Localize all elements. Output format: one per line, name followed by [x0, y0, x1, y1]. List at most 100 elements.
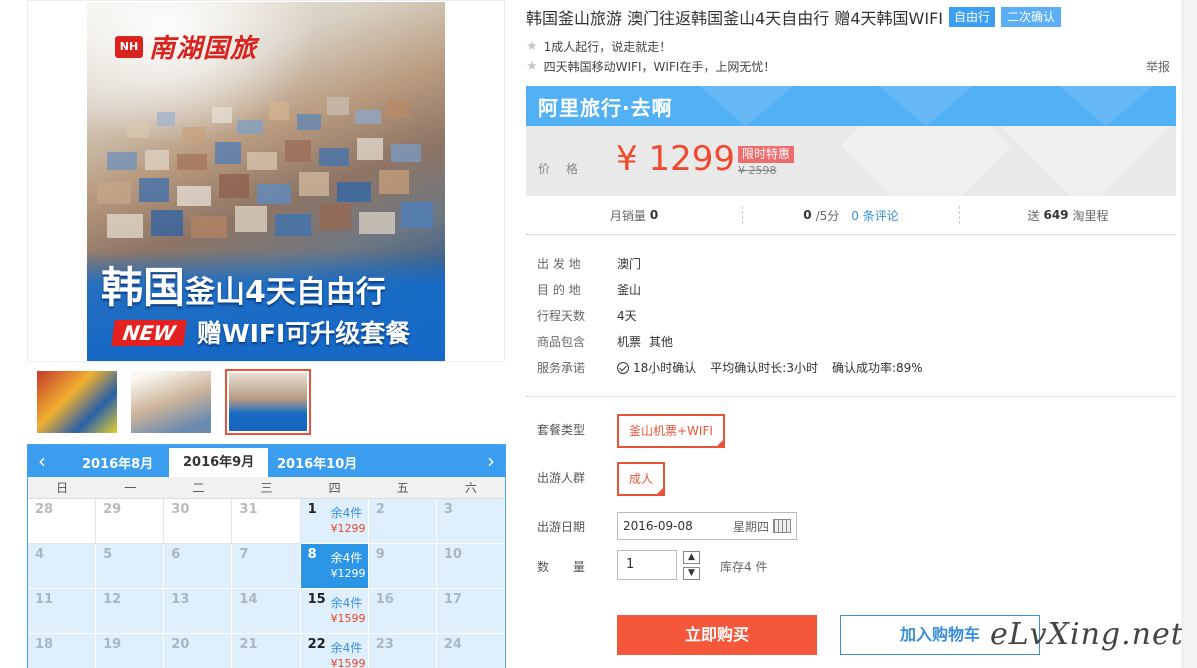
travel-date-picker[interactable]: 2016-09-08 星期四: [617, 512, 797, 540]
points-value: 649: [1043, 208, 1069, 222]
feature-line-1: ★ 1成人起行，说走就走！: [526, 38, 671, 55]
points-suffix: 淘里程: [1072, 208, 1109, 223]
day-price: ¥1299: [330, 567, 366, 580]
day-number: 8: [307, 547, 317, 562]
calendar-day: 17: [436, 589, 505, 634]
day-number: 31: [239, 502, 258, 517]
calendar-icon[interactable]: [773, 519, 791, 533]
calendar-weekdays: 日 一 二 三 四 五 六: [28, 477, 505, 499]
service-item: 平均确认时长:3小时: [710, 361, 818, 375]
weekday-label: 六: [464, 481, 477, 495]
limited-offer-badge: 限时特惠: [738, 146, 795, 163]
calendar-day[interactable]: 15 余4件 ¥1599: [300, 589, 369, 634]
calendar-day: 30: [164, 499, 233, 544]
detail-value: 4天: [617, 309, 637, 323]
month-tab-current[interactable]: 2016年9月: [169, 448, 269, 477]
day-number: 18: [35, 637, 54, 652]
buy-now-button[interactable]: 立即购买: [617, 615, 817, 655]
traveler-option-text: 成人: [629, 472, 654, 486]
main-product-image: NH 南湖国旅 韩国釜山4天自由行 NEW 赠WIFI可升级套餐: [27, 0, 505, 362]
day-number: 29: [103, 502, 122, 517]
weekday-label: 三: [260, 481, 273, 495]
poster-subline: 赠WIFI可升级套餐: [197, 319, 411, 348]
detail-service: 服务承诺 18小时确认 平均确认时长:3小时 确认成功率:89%: [537, 359, 923, 376]
monthly-sales-value: 0: [649, 208, 659, 222]
star-icon: ★: [526, 39, 538, 54]
rating: 0 /5分 0 条评论: [743, 206, 960, 224]
calendar-day: 13: [164, 589, 233, 634]
package-option-selected[interactable]: 釜山机票+WIFI ✓: [617, 414, 725, 448]
day-number: 22: [307, 637, 326, 652]
day-number: 28: [35, 502, 54, 517]
calendar-day: 20: [164, 634, 233, 668]
calendar-day: 14: [232, 589, 301, 634]
calendar-day: 31: [232, 499, 301, 544]
report-link[interactable]: 举报: [1146, 58, 1170, 75]
feature-text: 1成人起行，说走就走！: [543, 40, 672, 54]
calendar-day: 19: [96, 634, 165, 668]
site-watermark: eLvXing.net: [990, 617, 1184, 652]
calendar-day[interactable]: 22 余4件 ¥1599: [300, 634, 369, 668]
quantity-label: 数 量: [537, 560, 586, 574]
brand-name: 南湖国旅: [149, 34, 258, 64]
day-stock: 余4件: [330, 551, 363, 565]
calendar-day[interactable]: 1 余4件 ¥1299: [300, 499, 369, 544]
day-number: 19: [103, 637, 122, 652]
include-item: 机票: [617, 335, 642, 349]
detail-value: 澳门: [617, 257, 642, 271]
calendar-day-selected[interactable]: 8 余4件 ¥1299: [300, 544, 369, 589]
traveler-type-label: 出游人群: [537, 471, 586, 485]
day-price: ¥1299: [330, 522, 366, 535]
month-tab-prev[interactable]: 2016年8月: [82, 453, 153, 472]
month-tab-next[interactable]: 2016年10月: [277, 453, 357, 472]
poster-headline: 韩国釜山4天自由行: [101, 254, 386, 315]
detail-includes: 商品包含 机票 其他: [537, 333, 673, 350]
calendar-day: 3: [436, 499, 505, 544]
quantity-decrease-chevron-down-icon[interactable]: ▼: [683, 567, 700, 580]
day-number: 13: [171, 592, 190, 607]
day-number: 5: [103, 547, 113, 562]
reviews-link[interactable]: 0 条评论: [851, 207, 898, 224]
prev-month-chevron-icon[interactable]: ‹: [38, 449, 46, 473]
day-number: 3: [443, 502, 453, 517]
quantity-increase-chevron-up-icon[interactable]: ▲: [683, 551, 700, 564]
thumbnail-3-active[interactable]: [225, 369, 311, 435]
weekday-label: 四: [328, 481, 341, 495]
feature-text: 四天韩国移动WIFI，WIFI在手，上网无忧！: [543, 60, 776, 74]
original-price: ¥ 2598: [738, 164, 777, 177]
calendar-day: 21: [232, 634, 301, 668]
points: 送 649 淘里程: [960, 206, 1176, 224]
detail-destination: 目 的 地 釜山: [537, 281, 641, 298]
include-item: 其他: [649, 335, 674, 349]
calendar-day: 28: [28, 499, 97, 544]
day-number: 17: [443, 592, 462, 607]
day-number: 30: [171, 502, 190, 517]
price-banner: 阿里旅行·去啊: [526, 86, 1176, 126]
stock-remaining: 库存4 件: [720, 560, 768, 574]
traveler-option-selected[interactable]: 成人 ✓: [617, 462, 666, 496]
calendar-day: 10: [436, 544, 505, 589]
product-title: 韩国釜山旅游 澳门往返韩国釜山4天自由行 赠4天韩国WIFI: [526, 9, 943, 28]
detail-label: 行程天数: [537, 309, 586, 323]
new-badge: NEW: [111, 320, 188, 346]
check-circle-icon: [617, 361, 629, 374]
quantity-input[interactable]: 1: [617, 550, 677, 580]
product-title-row: 韩国釜山旅游 澳门往返韩国釜山4天自由行 赠4天韩国WIFI 自由行 二次确认: [526, 5, 1062, 29]
day-number: 15: [307, 592, 326, 607]
day-number: 21: [239, 637, 258, 652]
price-panel: 阿里旅行·去啊 价格 ¥ 1299 限时特惠 ¥ 2598: [526, 86, 1176, 196]
next-month-chevron-icon[interactable]: ›: [487, 449, 495, 473]
page-scrollbar[interactable]: [1182, 0, 1197, 668]
calendar-day: 7: [232, 544, 301, 589]
thumbnail-2[interactable]: [131, 371, 211, 433]
day-number: 14: [239, 592, 258, 607]
day-number: 24: [443, 637, 462, 652]
detail-value: 釜山: [617, 283, 642, 297]
calendar-day: 5: [96, 544, 165, 589]
weekday-label: 一: [124, 481, 137, 495]
sales-stats: 月销量 0 0 /5分 0 条评论 送 649 淘里程: [526, 200, 1176, 230]
day-number: 1: [307, 502, 317, 517]
thumbnail-1[interactable]: [37, 371, 117, 433]
service-item: 确认成功率:89%: [831, 361, 923, 375]
platform-banner-text: 阿里旅行·去啊: [538, 96, 673, 120]
